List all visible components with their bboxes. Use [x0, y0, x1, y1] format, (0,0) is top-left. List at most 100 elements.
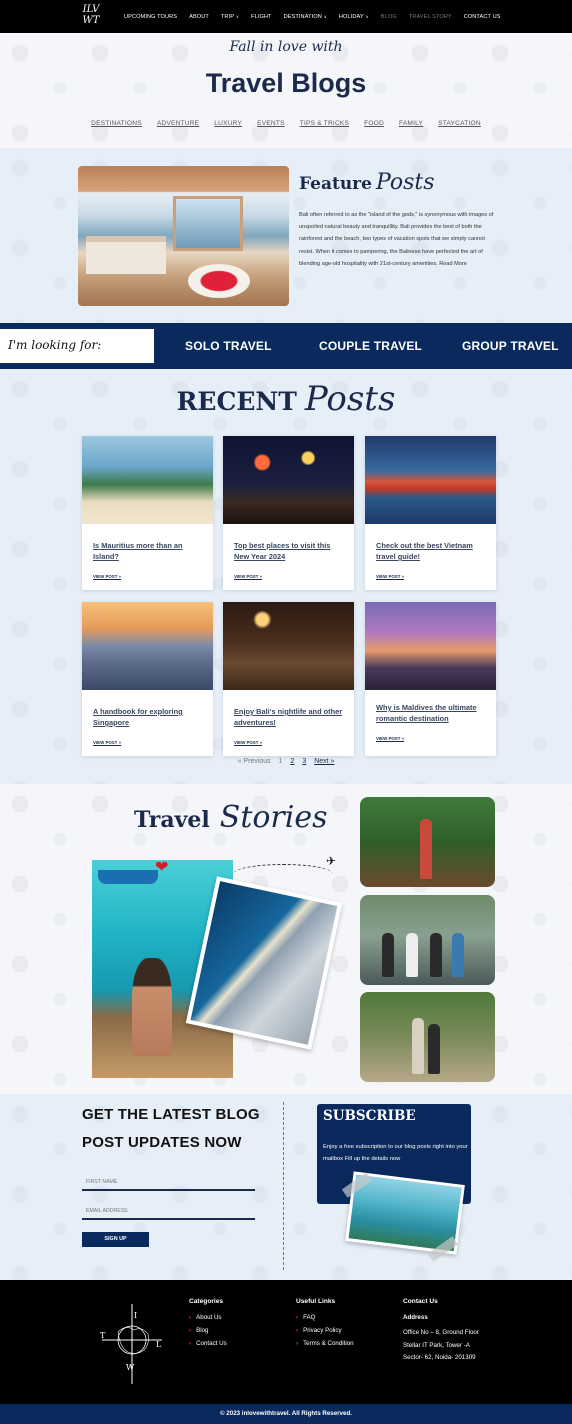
footer-link-contact-us[interactable]: › Contact Us	[189, 1340, 227, 1347]
nav-item-label: ABOUT	[189, 13, 209, 20]
post-card-title[interactable]: A handbook for exploring Singapore	[93, 706, 205, 728]
category-link-food[interactable]: FOOD	[364, 120, 384, 127]
newsletter-headline-1: GET THE LATEST BLOG	[82, 1106, 260, 1123]
post-card-image[interactable]	[223, 602, 354, 690]
nav-item-blog[interactable]: BLOG	[381, 14, 397, 20]
category-link-staycation[interactable]: STAYCATION	[438, 120, 481, 127]
post-card[interactable]: Why is Maldives the ultimate romantic de…	[365, 602, 496, 756]
feature-post-image[interactable]	[78, 166, 289, 306]
view-post-link[interactable]: VIEW POST »	[234, 740, 262, 745]
pagination-previous[interactable]: « Previous	[238, 758, 271, 765]
nav-item-about[interactable]: ABOUT	[189, 14, 209, 20]
nav-item-label: HOLIDAY	[338, 13, 364, 20]
nav-item-travel-story[interactable]: TRAVEL STORY	[409, 14, 452, 20]
view-post-link[interactable]: VIEW POST »	[93, 740, 121, 745]
footer-link-label: Contact Us	[196, 1340, 227, 1348]
copyright-bar: © 2023 inlovewithtravel. All Rights Rese…	[0, 1404, 572, 1424]
option-solo-travel[interactable]: SOLO TRAVEL	[185, 339, 272, 353]
nav-item-upcoming-tours[interactable]: UPCOMING TOURS	[124, 14, 177, 20]
nav-item-destination[interactable]: DESTINATION ∨	[284, 14, 327, 20]
footer-useful-heading: Useful Links	[296, 1298, 336, 1305]
footer-useful-links: Useful Links › FAQ › Privacy Policy › Terms &…	[296, 1298, 354, 1354]
heart-icon: ❤	[155, 859, 169, 876]
view-post-link[interactable]: VIEW POST »	[376, 736, 404, 741]
pagination-page-1[interactable]: 1	[279, 758, 283, 765]
footer: I T L W Categories › About Us › Blog › Contac…	[0, 1280, 572, 1404]
story-photo-couple[interactable]	[360, 992, 495, 1082]
footer-link-label: Privacy Policy	[303, 1327, 342, 1335]
chevron-right-icon: ›	[296, 1327, 299, 1335]
post-card[interactable]: Top best places to visit this New Year 2…	[223, 436, 354, 590]
post-card-image[interactable]	[365, 436, 496, 524]
newsletter-section: GET THE LATEST BLOG POST UPDATES NOW FIR…	[0, 1094, 572, 1280]
story-photo-atv[interactable]	[360, 797, 495, 887]
footer-link-terms-condition[interactable]: › Terms & Condition	[296, 1340, 354, 1347]
category-link-luxury[interactable]: LUXURY	[214, 120, 242, 127]
hero-title: Travel Blogs	[205, 68, 367, 98]
newsletter-headline-2: POST UPDATES NOW	[82, 1134, 242, 1151]
post-card[interactable]: Enjoy Bali's nightlife and other adventu…	[223, 602, 354, 756]
footer-link-label: Terms & Condition	[303, 1340, 354, 1348]
nav-item-trip[interactable]: TRIP ∨	[221, 14, 239, 20]
category-links: DESTINATIONS ADVENTURE LUXURY EVENTS TIPS & …	[0, 120, 572, 127]
option-group-travel[interactable]: GROUP TRAVEL	[462, 339, 559, 353]
hero-subtitle: Fall in love with	[229, 39, 343, 55]
post-card-title[interactable]: Enjoy Bali's nightlife and other adventu…	[234, 706, 346, 728]
view-post-link[interactable]: VIEW POST »	[234, 574, 262, 579]
subscribe-card-title: SUBSCRIBE	[323, 1108, 416, 1124]
sign-up-button[interactable]: SIGN UP	[82, 1232, 149, 1247]
story-photo-group[interactable]	[360, 895, 495, 985]
divider	[283, 1102, 284, 1270]
category-link-family[interactable]: FAMILY	[399, 120, 423, 127]
compass-letter-east: L	[156, 1340, 162, 1349]
footer-link-label: About Us	[196, 1314, 222, 1321]
pagination-page-2[interactable]: 2	[290, 758, 294, 765]
post-card-image[interactable]	[82, 436, 213, 524]
post-card-title[interactable]: Is Mauritius more than an Island?	[93, 540, 205, 562]
site-logo[interactable]: ILV WT	[76, 4, 106, 30]
post-card-image[interactable]	[82, 602, 213, 690]
first-name-field[interactable]: FIRST NAME	[82, 1173, 255, 1191]
view-post-link[interactable]: VIEW POST »	[93, 574, 121, 579]
pagination-next[interactable]: Next »	[314, 758, 334, 765]
nav-item-label: UPCOMING TOURS	[124, 13, 178, 20]
post-card[interactable]: Is Mauritius more than an Island? VIEW PO…	[82, 436, 213, 590]
footer-link-privacy-policy[interactable]: › Privacy Policy	[296, 1327, 354, 1334]
footer-link-blog[interactable]: › Blog	[189, 1327, 227, 1334]
nav-item-label: DESTINATION	[283, 13, 322, 20]
post-card-title[interactable]: Why is Maldives the ultimate romantic de…	[376, 702, 488, 724]
footer-link-label: Blog	[196, 1327, 209, 1335]
chevron-down-icon: ∨	[236, 13, 240, 19]
feature-excerpt: Bali often referred to as the "island of…	[299, 212, 494, 267]
chevron-right-icon: ›	[296, 1340, 299, 1348]
post-card-title[interactable]: Check out the best Vietnam travel guide!	[376, 540, 488, 562]
footer-categories-heading: Categories	[189, 1298, 224, 1305]
nav-item-label: TRIP	[220, 13, 235, 20]
travel-stories-section: Travel Stories ❤ ✈	[0, 784, 572, 1094]
nav-item-flight[interactable]: FLIGHT	[251, 14, 272, 20]
looking-for-label: I'm looking for:	[8, 338, 102, 352]
view-post-link[interactable]: VIEW POST »	[376, 574, 404, 579]
category-link-tips-tricks[interactable]: TIPS & TRICKS	[300, 120, 349, 127]
compass-letter-south: W	[126, 1363, 135, 1372]
category-link-destinations[interactable]: DESTINATIONS	[91, 120, 142, 127]
footer-address-label: Address	[403, 1314, 428, 1321]
post-card-image[interactable]	[365, 602, 496, 690]
post-card-image[interactable]	[223, 436, 354, 524]
nav-item-contact-us[interactable]: CONTACT US	[464, 14, 501, 20]
footer-link-faq[interactable]: › FAQ	[296, 1314, 354, 1321]
option-couple-travel[interactable]: COUPLE TRAVEL	[319, 339, 422, 353]
email-field[interactable]: EMAIL ADDRESS	[82, 1202, 255, 1220]
footer-link-about-us[interactable]: › About Us	[189, 1314, 227, 1321]
pagination-page-3[interactable]: 3	[302, 758, 306, 765]
nav-item-label: BLOG	[380, 13, 397, 20]
feature-title: Feature Posts	[299, 170, 435, 195]
post-card[interactable]: A handbook for exploring Singapore VIEW P…	[82, 602, 213, 756]
post-card[interactable]: Check out the best Vietnam travel guide!…	[365, 436, 496, 590]
category-link-events[interactable]: EVENTS	[257, 120, 285, 127]
footer-contact-heading: Contact Us	[403, 1298, 438, 1305]
category-link-adventure[interactable]: ADVENTURE	[157, 120, 199, 127]
nav-item-holiday[interactable]: HOLIDAY ∨	[339, 14, 369, 20]
post-card-title[interactable]: Top best places to visit this New Year 2…	[234, 540, 346, 562]
recent-posts-title: RECENT Posts	[0, 379, 572, 419]
